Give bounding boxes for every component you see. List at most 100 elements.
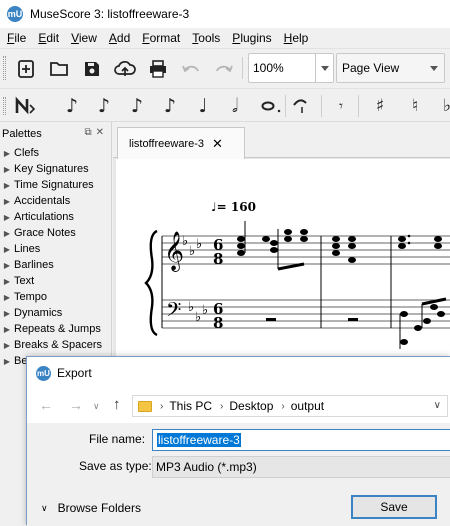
sharp-icon[interactable]: ♯ xyxy=(369,93,391,119)
toolbar-separator xyxy=(321,95,322,117)
palette-text[interactable]: ▶ Text xyxy=(0,273,112,289)
natural-icon[interactable]: ♮ xyxy=(404,93,426,119)
palette-key-signatures[interactable]: ▶ Key Signatures xyxy=(0,161,112,177)
svg-text:♭: ♭ xyxy=(188,300,194,315)
palettes-title: Palettes xyxy=(2,128,42,140)
64th-note-icon[interactable]: ♪ xyxy=(61,93,83,119)
palette-barlines[interactable]: ▶ Barlines xyxy=(0,257,112,273)
breadcrumb-desktop[interactable]: Desktop xyxy=(229,399,273,413)
export-dialog: mU Export ← → ∨ ↑ › This PC › Desktop › … xyxy=(26,356,450,526)
chevron-right-icon: ▶ xyxy=(3,292,11,302)
chevron-right-icon: ▶ xyxy=(3,196,11,206)
chevron-right-icon: ▶ xyxy=(3,164,11,174)
new-score-icon[interactable] xyxy=(14,57,38,81)
file-name-input[interactable]: listoffreeware-3 xyxy=(152,429,450,451)
export-dialog-body: File name: listoffreeware-3 Save as type… xyxy=(27,423,450,526)
quarter-note-icon[interactable]: ♩ xyxy=(192,93,214,119)
address-bar[interactable]: › This PC › Desktop › output ∨ xyxy=(132,395,448,417)
svg-text:♭: ♭ xyxy=(195,310,201,325)
palette-articulations[interactable]: ▶ Articulations xyxy=(0,209,112,225)
svg-text:♭: ♭ xyxy=(196,237,202,252)
toolbar-grip[interactable] xyxy=(3,97,6,115)
tab-listoffreeware-3[interactable]: listoffreeware-3 ✕ xyxy=(117,127,245,159)
view-mode-dropdown[interactable]: Page View xyxy=(336,53,445,83)
save-icon[interactable] xyxy=(80,57,104,81)
svg-text:♭: ♭ xyxy=(182,234,188,249)
chevron-right-icon: ▶ xyxy=(3,324,11,334)
chevron-right-icon: ▶ xyxy=(3,180,11,190)
32nd-note-icon[interactable]: ♪ xyxy=(93,93,115,119)
browse-folders-toggle[interactable]: ∨ Browse Folders xyxy=(41,501,141,515)
cloud-upload-icon[interactable] xyxy=(113,57,137,81)
palette-time-signatures[interactable]: ▶ Time Signatures xyxy=(0,177,112,193)
palette-grace-notes[interactable]: ▶ Grace Notes xyxy=(0,225,112,241)
print-icon[interactable] xyxy=(146,57,170,81)
tab-label: listoffreeware-3 xyxy=(129,137,204,150)
note-input-mode-icon[interactable] xyxy=(13,93,39,119)
export-dialog-title: Export xyxy=(57,366,92,380)
musescore-window: mU MuseScore 3: listoffreeware-3 File Ed… xyxy=(0,0,450,526)
close-icon[interactable]: ✕ xyxy=(212,136,223,152)
flat-icon[interactable]: ♭ xyxy=(436,93,450,119)
chevron-right-icon[interactable]: › xyxy=(220,401,223,412)
chevron-right-icon[interactable]: › xyxy=(281,401,284,412)
svg-text:♭: ♭ xyxy=(202,303,208,318)
redo-icon[interactable] xyxy=(212,57,236,81)
recent-locations-icon[interactable]: ∨ xyxy=(93,401,100,412)
menu-edit[interactable]: Edit xyxy=(38,31,59,45)
palette-repeats-jumps[interactable]: ▶ Repeats & Jumps xyxy=(0,321,112,337)
file-name-value: listoffreeware-3 xyxy=(157,433,241,447)
panel-float-close-icon[interactable]: ⧉✕ xyxy=(84,127,108,138)
document-tab-bar: listoffreeware-3 ✕ xyxy=(113,122,450,159)
chevron-right-icon: ▶ xyxy=(3,308,11,318)
up-arrow-icon[interactable]: ↑ xyxy=(113,396,121,413)
palette-lines[interactable]: ▶ Lines xyxy=(0,241,112,257)
save-button[interactable]: Save xyxy=(351,495,437,519)
menu-view[interactable]: View xyxy=(71,31,97,45)
note-input-toolbar: ♪ ♪ ♪ ♪ ♩ 𝅗𝅥 . 𝄾 ♯ ♮ ♭ xyxy=(0,88,450,122)
menu-format[interactable]: Format xyxy=(142,31,180,45)
menu-plugins[interactable]: Plugins xyxy=(232,31,271,45)
tie-icon[interactable] xyxy=(289,93,311,119)
menu-add[interactable]: Add xyxy=(109,31,130,45)
forward-arrow-icon[interactable]: → xyxy=(69,397,83,413)
chevron-down-icon[interactable] xyxy=(315,54,333,82)
eighth-note-icon[interactable]: ♪ xyxy=(159,93,181,119)
palette-breaks-spacers[interactable]: ▶ Breaks & Spacers xyxy=(0,337,112,353)
palette-accidentals[interactable]: ▶ Accidentals xyxy=(0,193,112,209)
toolbar-grip[interactable] xyxy=(3,56,6,80)
musescore-logo-icon: mU xyxy=(7,6,23,22)
rest-icon[interactable]: 𝄾 xyxy=(330,93,352,119)
16th-note-icon[interactable]: ♪ xyxy=(126,93,148,119)
menu-file[interactable]: File xyxy=(7,31,26,45)
half-note-icon[interactable]: 𝅗𝅥 xyxy=(224,93,246,119)
chevron-right-icon: ▶ xyxy=(3,356,11,366)
augmentation-dot-icon[interactable]: . xyxy=(268,93,290,119)
palette-list: ▶ Clefs ▶ Key Signatures ▶ Time Signatures … xyxy=(0,145,112,369)
export-dialog-titlebar: mU Export xyxy=(27,357,450,389)
menu-help[interactable]: Help xyxy=(284,31,309,45)
back-arrow-icon[interactable]: ← xyxy=(39,397,53,413)
breadcrumb-output[interactable]: output xyxy=(291,399,324,413)
save-as-type-select[interactable]: MP3 Audio (*.mp3) xyxy=(152,456,450,478)
chevron-right-icon: ▶ xyxy=(3,228,11,238)
palette-dynamics[interactable]: ▶ Dynamics xyxy=(0,305,112,321)
zoom-combobox[interactable]: 100% xyxy=(248,53,334,83)
undo-icon[interactable] xyxy=(179,57,203,81)
menu-tools[interactable]: Tools xyxy=(192,31,220,45)
chevron-right-icon: ▶ xyxy=(3,340,11,350)
zoom-value: 100% xyxy=(253,61,284,75)
palette-clefs[interactable]: ▶ Clefs xyxy=(0,145,112,161)
open-icon[interactable] xyxy=(47,57,71,81)
chevron-right-icon[interactable]: › xyxy=(160,401,163,412)
toolbar-separator xyxy=(285,95,286,117)
palette-tempo[interactable]: ▶ Tempo xyxy=(0,289,112,305)
breadcrumb-this-pc[interactable]: This PC xyxy=(169,399,212,413)
musescore-logo-icon: mU xyxy=(36,365,51,381)
window-title: MuseScore 3: listoffreeware-3 xyxy=(30,7,190,21)
svg-text:♭: ♭ xyxy=(189,244,195,259)
bass-time-bottom: 8 xyxy=(213,314,223,332)
chevron-right-icon: ▶ xyxy=(3,148,11,158)
chevron-down-icon[interactable]: ∨ xyxy=(434,400,441,411)
chevron-right-icon: ▶ xyxy=(3,276,11,286)
